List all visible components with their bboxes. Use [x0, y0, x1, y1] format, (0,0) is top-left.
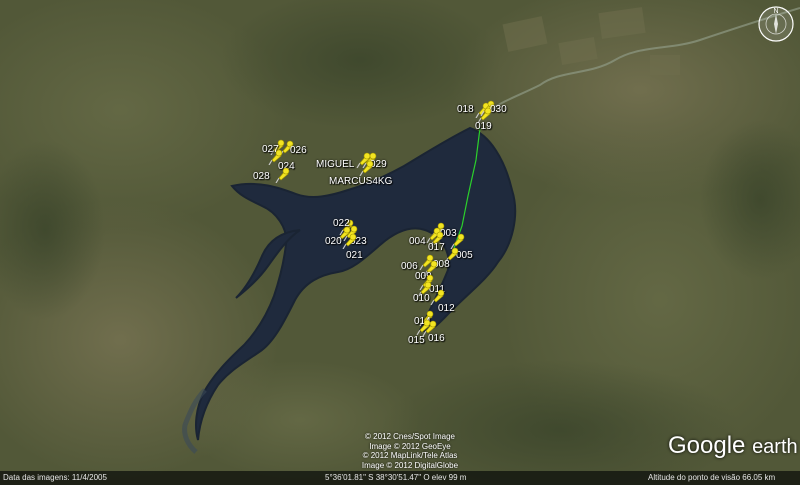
- placemark-label[interactable]: 019: [475, 121, 492, 132]
- compass-icon[interactable]: N: [757, 5, 795, 43]
- pointer-coordinates: 5°36'01.81" S 38°30'51.47" O elev 99 m: [325, 473, 467, 482]
- placemark-label[interactable]: 016: [428, 333, 445, 344]
- placemark-label[interactable]: 020: [325, 236, 342, 247]
- placemark-label[interactable]: 012: [438, 303, 455, 314]
- pushpin-icon[interactable]: [274, 167, 290, 183]
- placemark-label[interactable]: 030: [490, 104, 507, 115]
- credit-line: Image © 2012 GeoEye: [369, 441, 451, 451]
- pushpin-icon[interactable]: [358, 160, 374, 176]
- placemark-label[interactable]: 004: [409, 236, 426, 247]
- placemark-label[interactable]: MIGUEL: [316, 159, 354, 170]
- map-viewport[interactable]: 018 030 019 027 026 024 028 MIGUEL 029 MARCUS4KG 0…: [0, 0, 800, 485]
- status-bar: Data das imagens: 11/4/2005 5°36'01.81" …: [0, 471, 800, 485]
- placemark-label[interactable]: MARCUS4KG: [329, 176, 392, 187]
- imagery-date: Data das imagens: 11/4/2005: [3, 473, 107, 482]
- logo-earth: earth: [752, 436, 798, 458]
- placemark-label[interactable]: 018: [457, 104, 474, 115]
- google-earth-logo: Google earth: [668, 432, 798, 460]
- compass-north-label: N: [773, 8, 778, 15]
- credit-line: Image © 2012 DigitalGlobe: [361, 460, 459, 470]
- pushpin-icon[interactable]: [341, 233, 357, 249]
- placemark-label[interactable]: 010: [413, 293, 430, 304]
- credit-line: © 2012 Cnes/Spot Image: [365, 432, 455, 441]
- imagery-credits: © 2012 Cnes/Spot Image Image © 2012 GeoE…: [350, 432, 470, 470]
- eye-altitude: Altitude do ponto de visão 66.05 km: [648, 473, 776, 482]
- placemark-label[interactable]: 026: [290, 145, 307, 156]
- placemark-label[interactable]: 028: [253, 171, 270, 182]
- satellite-imagery: [0, 0, 800, 485]
- logo-google: Google: [668, 432, 746, 459]
- placemark-label[interactable]: 021: [346, 250, 363, 261]
- credit-line: © 2012 MapLink/Tele Atlas: [362, 451, 458, 460]
- placemark-label[interactable]: 015: [408, 335, 425, 346]
